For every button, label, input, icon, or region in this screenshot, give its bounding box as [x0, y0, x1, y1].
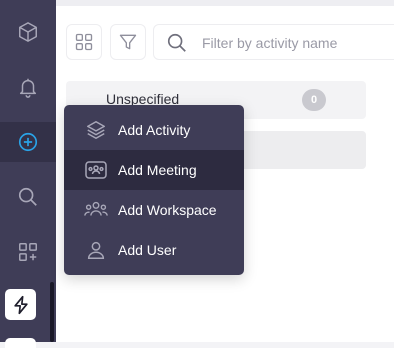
menu-item-label: Add User: [118, 242, 177, 258]
menu-item-add-activity[interactable]: Add Activity: [64, 110, 244, 150]
sidebar-item-workspaces[interactable]: [0, 12, 56, 52]
view-toggle-button[interactable]: [66, 24, 102, 60]
apps-add-icon: [19, 243, 37, 261]
sidebar-item-add[interactable]: [0, 122, 56, 162]
meeting-icon: [84, 158, 108, 182]
app-launcher-secondary[interactable]: [5, 338, 36, 348]
filter-button[interactable]: [110, 24, 146, 60]
menu-item-add-meeting[interactable]: Add Meeting: [64, 150, 244, 190]
group-count-badge: 0: [302, 89, 326, 111]
cube-icon: [19, 22, 37, 42]
menu-item-label: Add Activity: [118, 122, 191, 138]
bell-icon: [19, 78, 37, 98]
layers-icon: [84, 118, 108, 142]
sidebar-scrollbar[interactable]: [50, 282, 54, 342]
app-launcher[interactable]: [5, 289, 36, 320]
sidebar-item-notifications[interactable]: [0, 67, 56, 107]
search-icon: [18, 187, 37, 206]
search-input[interactable]: Filter by activity name: [202, 35, 337, 51]
menu-item-add-user[interactable]: Add User: [64, 230, 244, 270]
workspace-icon: [84, 198, 108, 222]
sidebar-item-apps[interactable]: [0, 232, 56, 272]
menu-item-add-workspace[interactable]: Add Workspace: [64, 190, 244, 230]
sidebar-item-search[interactable]: [0, 177, 56, 217]
menu-item-label: Add Meeting: [118, 162, 197, 178]
plus-circle-icon: [18, 132, 38, 152]
user-icon: [84, 238, 108, 262]
search-icon: [167, 33, 186, 52]
top-band: [56, 0, 394, 6]
grid-view-icon: [75, 33, 93, 51]
filter-icon: [119, 34, 137, 50]
add-menu: Add Activity Add Meeting Add Workspace A…: [64, 105, 244, 275]
bolt-icon: [13, 295, 28, 314]
menu-item-label: Add Workspace: [118, 202, 217, 218]
search-field[interactable]: Filter by activity name: [153, 24, 394, 60]
sidebar: [0, 0, 56, 348]
